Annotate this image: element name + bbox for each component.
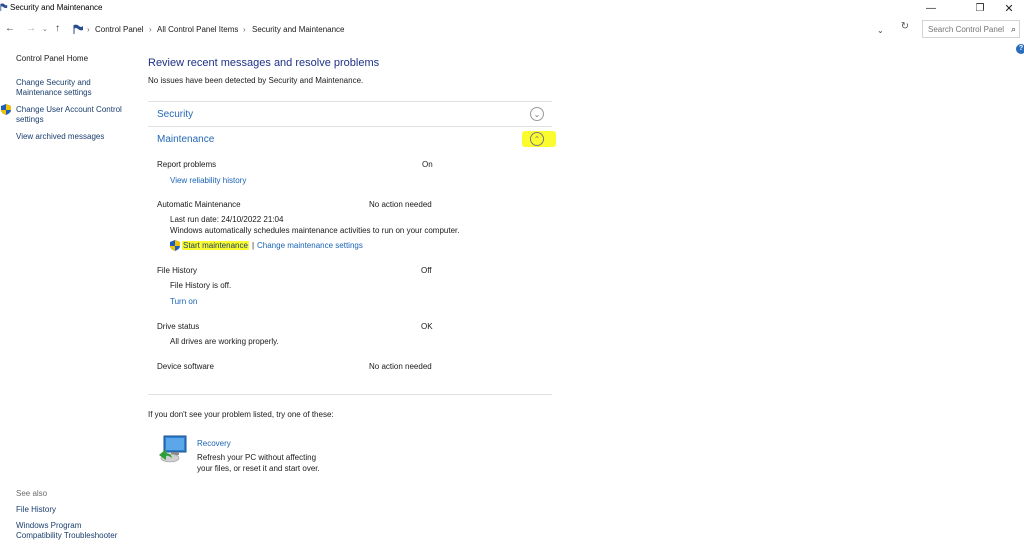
drive-status-label: Drive status <box>157 322 200 331</box>
help-icon[interactable]: ? <box>1016 44 1024 54</box>
maintenance-description: Windows automatically schedules maintena… <box>170 226 460 235</box>
drive-status-value: OK <box>421 322 433 331</box>
minimize-button[interactable]: — <box>916 0 946 16</box>
drive-status-detail: All drives are working properly. <box>170 337 279 346</box>
breadcrumb-separator[interactable]: › <box>149 25 152 34</box>
maximize-button[interactable]: ❐ <box>965 0 995 16</box>
uac-shield-icon <box>1 104 11 115</box>
change-uac-settings-link[interactable]: Change User Account Control settings <box>16 105 122 125</box>
address-dropdown-icon[interactable]: ⌄ <box>877 26 884 35</box>
recent-locations-chevron-icon[interactable]: ⌄ <box>42 25 48 33</box>
device-software-label: Device software <box>157 362 214 371</box>
maintenance-collapse-chevron-icon[interactable]: ⌃ <box>530 132 544 146</box>
section-divider <box>148 126 552 127</box>
window-title: Security and Maintenance <box>10 3 103 12</box>
file-history-status: Off <box>421 266 432 275</box>
start-maintenance-text: Start maintenance <box>182 241 249 250</box>
close-button[interactable]: ✕ <box>994 0 1024 16</box>
recovery-icon <box>159 435 187 463</box>
flag-icon <box>0 3 8 11</box>
breadcrumb-control-panel[interactable]: Control Panel <box>95 25 143 34</box>
view-archived-messages-link[interactable]: View archived messages <box>16 132 104 142</box>
section-divider <box>148 101 552 102</box>
breadcrumb-all-items[interactable]: All Control Panel Items <box>157 25 238 34</box>
change-security-line2: Maintenance settings <box>16 88 92 97</box>
breadcrumb-separator[interactable]: › <box>87 25 90 34</box>
search-icon[interactable]: ⌕ <box>1011 24 1016 35</box>
last-run-date: Last run date: 24/10/2022 21:04 <box>170 215 284 224</box>
file-history-link[interactable]: File History <box>16 505 56 515</box>
maintenance-section-heading[interactable]: Maintenance <box>157 134 214 145</box>
refresh-icon[interactable]: ↻ <box>898 21 912 35</box>
device-software-status: No action needed <box>369 362 432 371</box>
back-arrow-icon[interactable]: ← <box>5 23 15 34</box>
security-section-heading[interactable]: Security <box>157 109 193 120</box>
page-title: Review recent messages and resolve probl… <box>148 57 380 69</box>
up-arrow-icon[interactable]: ↑ <box>55 23 60 34</box>
uac-line1: Change User Account Control <box>16 105 122 114</box>
change-security-settings-link[interactable]: Change Security and Maintenance settings <box>16 78 92 98</box>
control-panel-flag-icon <box>73 24 83 34</box>
address-bar[interactable]: › Control Panel › All Control Panel Item… <box>68 20 892 38</box>
automatic-maintenance-status: No action needed <box>369 200 432 209</box>
recovery-description: Refresh your PC without affecting your f… <box>197 452 337 474</box>
see-also-heading: See also <box>16 489 48 498</box>
recovery-desc-line2: your files, or reset it and start over. <box>197 464 320 473</box>
compat-line2: Compatibility Troubleshooter <box>16 531 118 540</box>
uac-line2: settings <box>16 115 44 124</box>
automatic-maintenance-label: Automatic Maintenance <box>157 200 241 209</box>
view-reliability-history-link[interactable]: View reliability history <box>170 176 246 185</box>
recovery-link[interactable]: Recovery <box>197 439 231 448</box>
search-input[interactable] <box>923 21 1007 37</box>
turn-on-file-history-link[interactable]: Turn on <box>170 297 197 306</box>
file-history-label: File History <box>157 266 198 275</box>
start-maintenance-link[interactable]: Start maintenance <box>182 241 249 250</box>
security-expand-chevron-icon[interactable]: ⌄ <box>530 107 544 121</box>
change-security-line1: Change Security and <box>16 78 91 87</box>
breadcrumb-security-maintenance[interactable]: Security and Maintenance <box>252 25 345 34</box>
compatibility-troubleshooter-link[interactable]: Windows Program Compatibility Troublesho… <box>16 521 117 541</box>
file-history-detail: File History is off. <box>170 281 232 290</box>
report-problems-label: Report problems <box>157 160 217 169</box>
link-separator: | <box>252 241 255 250</box>
start-maintenance-shield-icon <box>170 240 180 251</box>
page-subtitle: No issues have been detected by Security… <box>148 76 364 85</box>
section-divider <box>148 394 552 395</box>
breadcrumb-separator[interactable]: › <box>243 25 246 34</box>
change-maintenance-settings-link[interactable]: Change maintenance settings <box>257 241 363 250</box>
title-bar: Security and Maintenance — ❐ ✕ <box>0 0 1024 16</box>
compat-line1: Windows Program <box>16 521 82 530</box>
footer-hint: If you don't see your problem listed, tr… <box>148 410 334 419</box>
recovery-desc-line1: Refresh your PC without affecting <box>197 453 317 462</box>
forward-arrow-icon[interactable]: → <box>26 23 36 34</box>
address-row: ← → ⌄ ↑ › Control Panel › All Control Pa… <box>0 18 1024 40</box>
report-problems-status: On <box>422 160 433 169</box>
control-panel-home-link[interactable]: Control Panel Home <box>16 54 88 64</box>
search-box[interactable]: ⌕ <box>922 20 1020 38</box>
